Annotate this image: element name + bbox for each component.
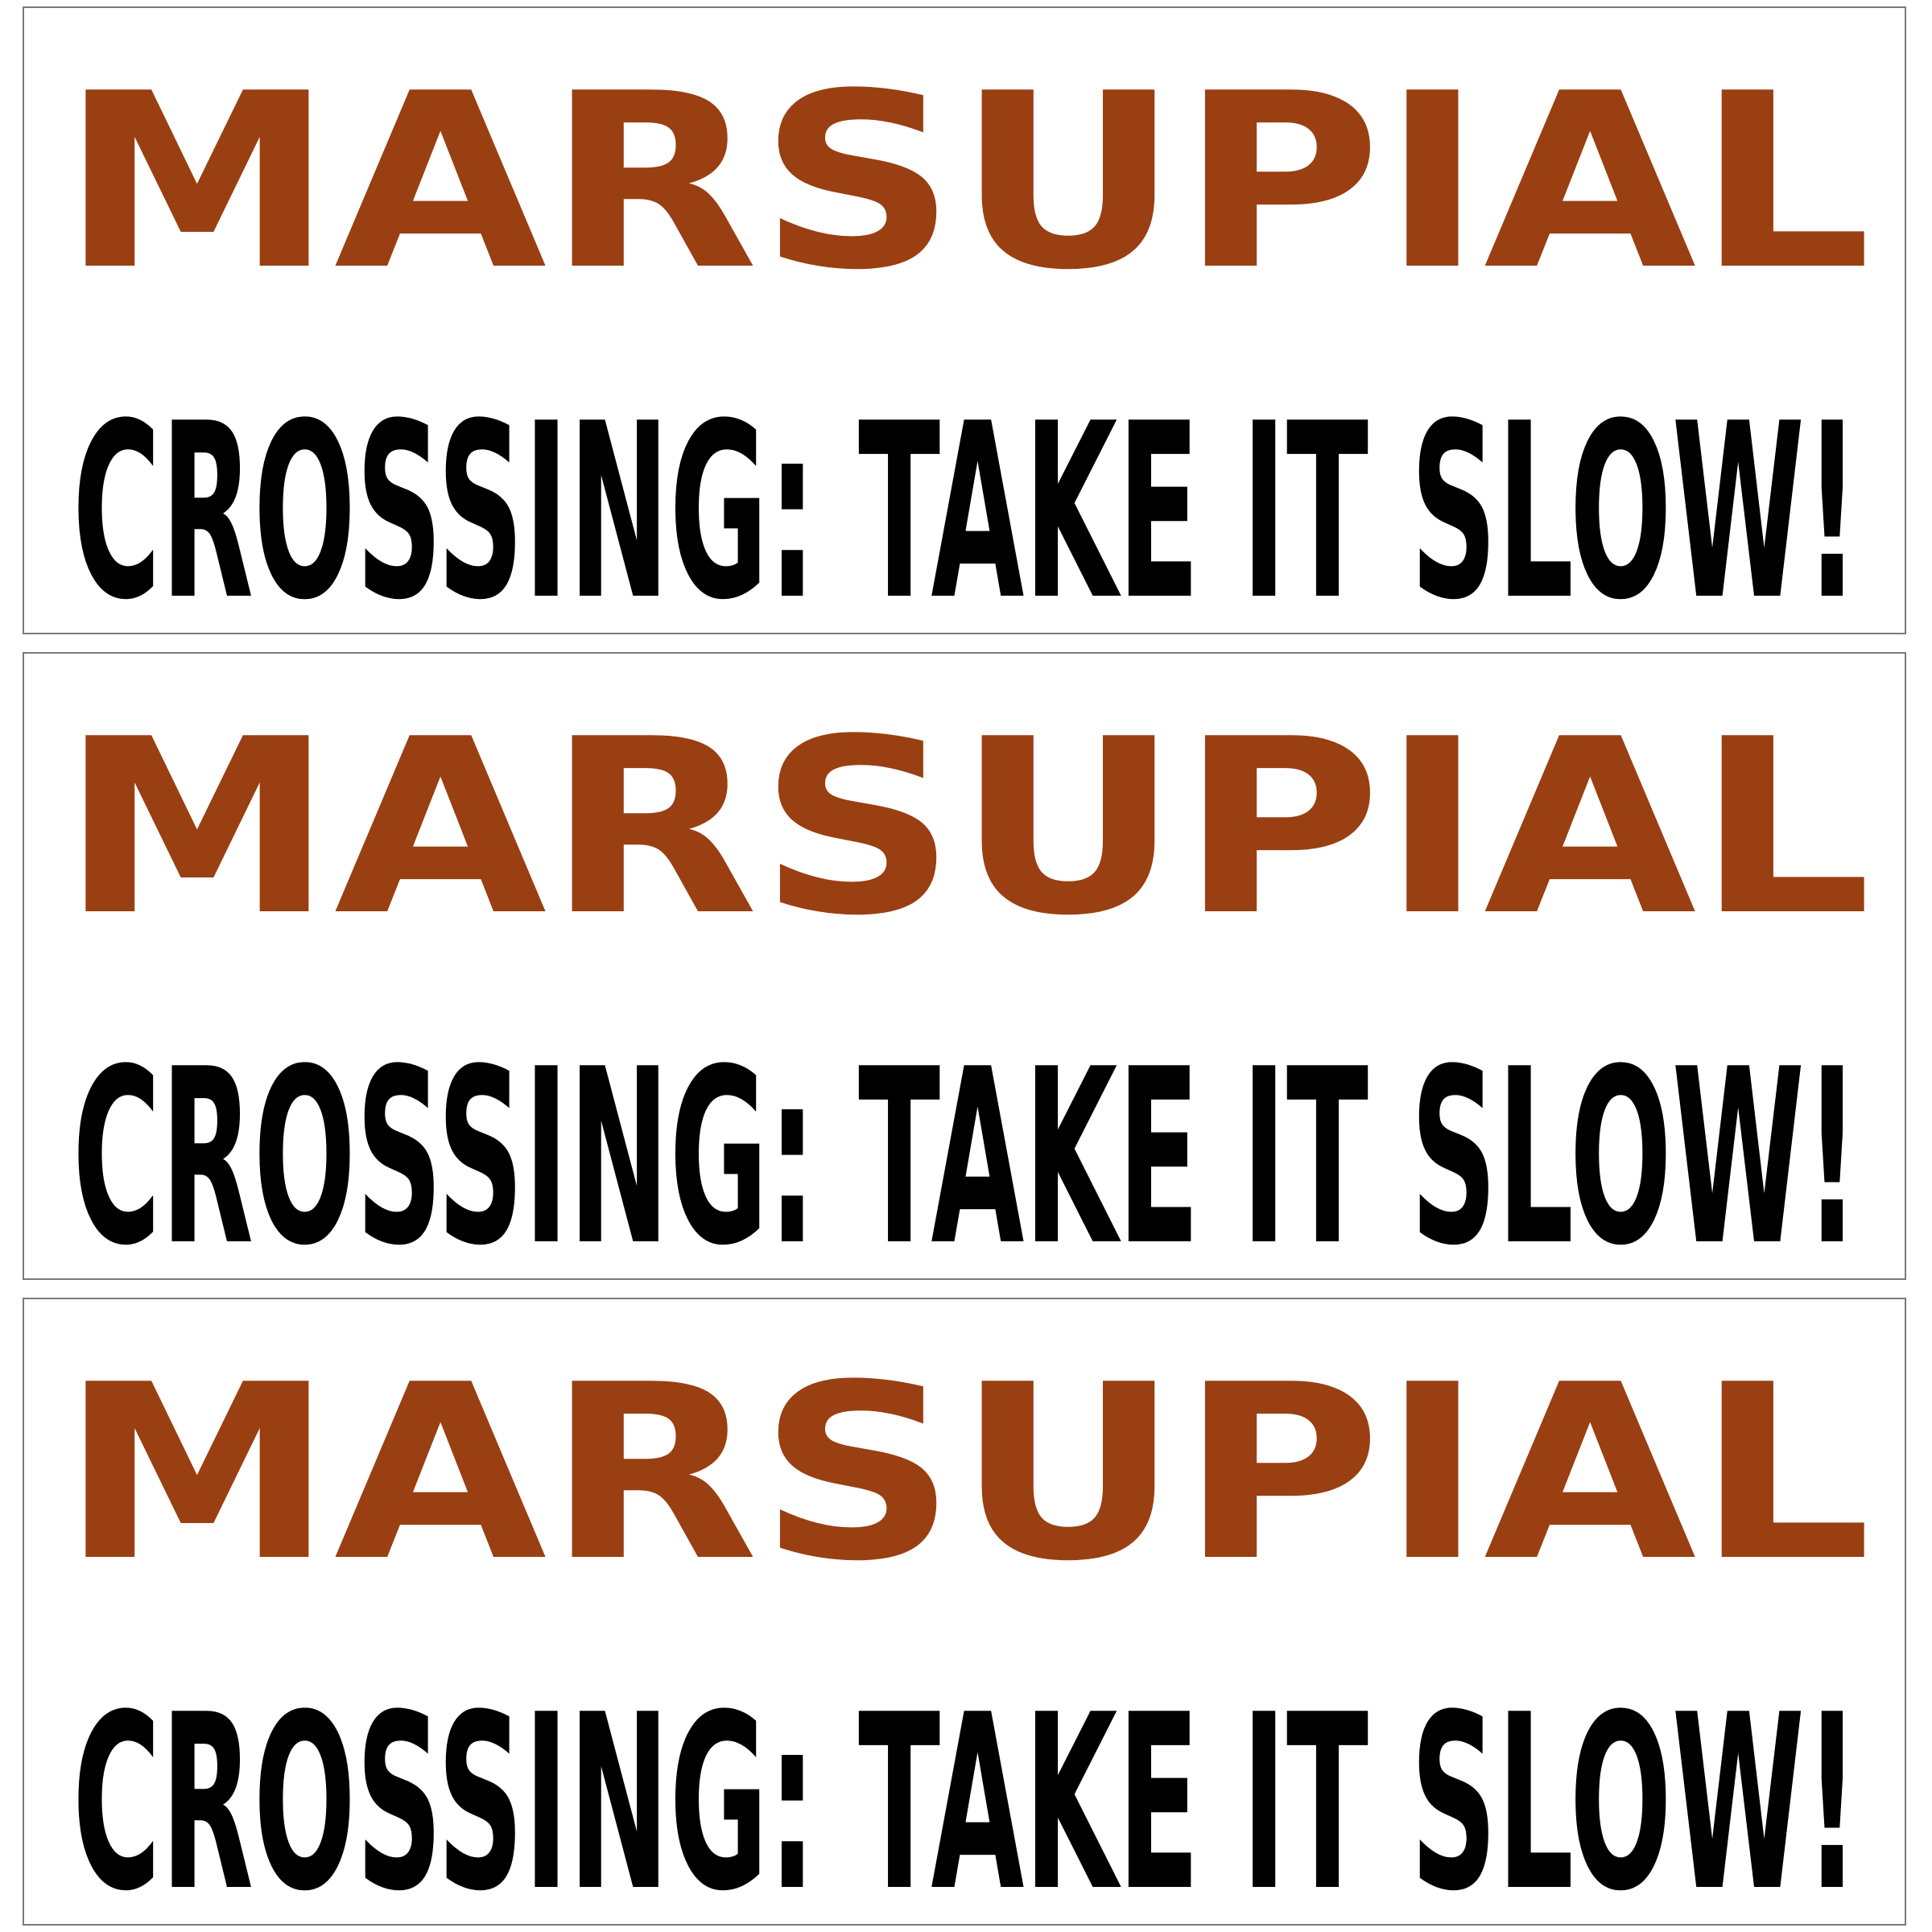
sticker-2-headline: MARSUPIAL (60, 687, 1872, 968)
sticker-3-art: MARSUPIAL CROSSING: TAKE IT SLOW! (60, 1333, 1872, 1926)
sticker-1-subline: CROSSING: TAKE IT SLOW! (72, 372, 1860, 634)
sticker-1-headline: MARSUPIAL (60, 42, 1872, 323)
sticker-2-art: MARSUPIAL CROSSING: TAKE IT SLOW! (60, 687, 1872, 1280)
sticker-3-headline: MARSUPIAL (60, 1333, 1872, 1614)
sticker-1: MARSUPIAL CROSSING: TAKE IT SLOW! (23, 6, 1906, 634)
sticker-3-subline: CROSSING: TAKE IT SLOW! (72, 1663, 1860, 1926)
sticker-3: MARSUPIAL CROSSING: TAKE IT SLOW! (23, 1298, 1906, 1926)
sticker-2: MARSUPIAL CROSSING: TAKE IT SLOW! (23, 652, 1906, 1280)
sticker-2-subline: CROSSING: TAKE IT SLOW! (72, 1018, 1860, 1280)
sticker-1-art: MARSUPIAL CROSSING: TAKE IT SLOW! (60, 42, 1872, 634)
